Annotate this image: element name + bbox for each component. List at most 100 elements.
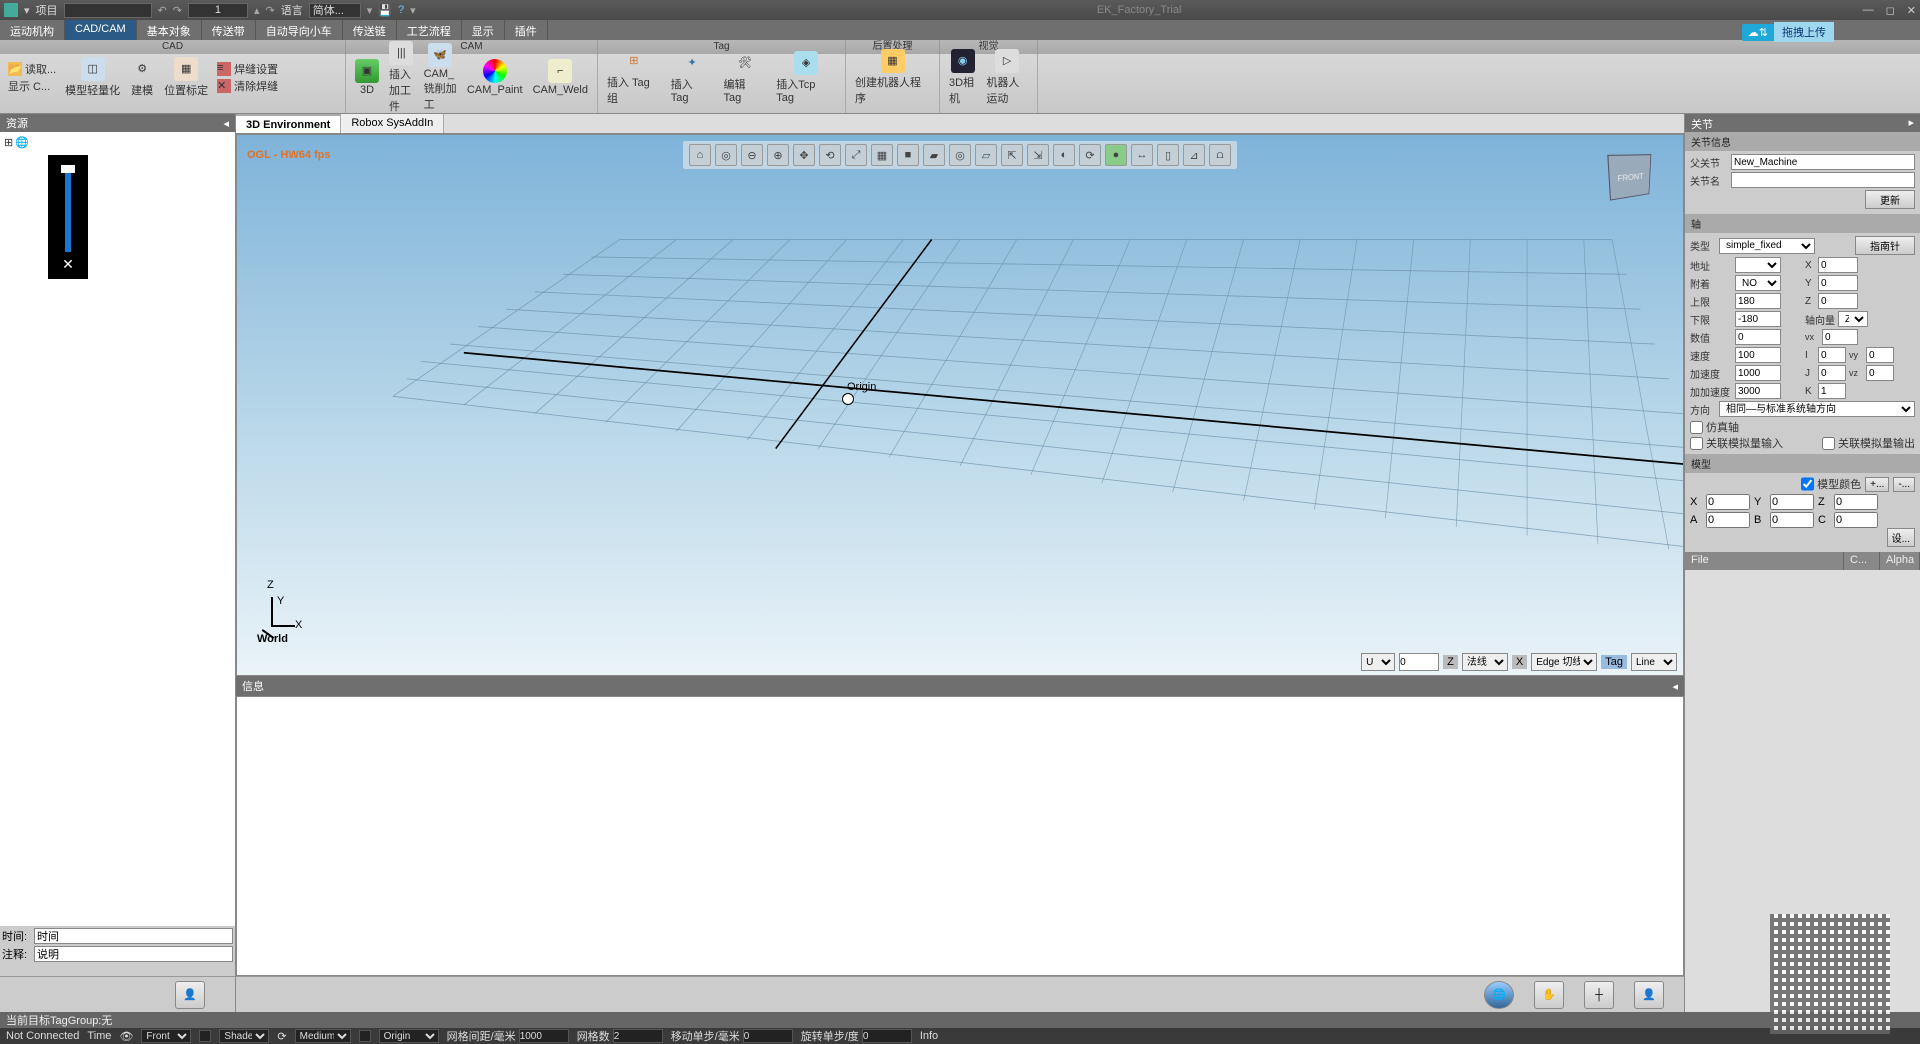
vp-rotate-icon[interactable]: ⟲ [819,144,841,166]
info-body[interactable] [236,696,1684,976]
vp-solid-icon[interactable]: ■ [897,144,919,166]
vx-input[interactable] [1822,329,1858,345]
minus-button[interactable]: -... [1893,477,1915,492]
move-step-input[interactable] [743,1029,793,1043]
col-c[interactable]: C... [1844,552,1880,570]
ribbon-read-btn[interactable]: 📂读取... 显示 C... [4,59,60,96]
quality-select[interactable]: Medium [295,1029,351,1043]
vz-input[interactable] [1866,365,1894,381]
tab-plugin[interactable]: 插件 [505,20,548,40]
vp-tool14-icon[interactable]: ◐ [1053,144,1075,166]
tab-display[interactable]: 显示 [462,20,505,40]
sim-axis-check[interactable] [1690,421,1703,434]
vp-shade-icon[interactable]: ▰ [923,144,945,166]
axes-btn[interactable]: ┼ [1584,981,1614,1009]
undo-icon[interactable]: ↶ [158,4,167,17]
u-value[interactable] [1399,653,1439,671]
ribbon-lightweight-btn[interactable]: ◫模型轻量化 [60,55,125,100]
edge-select[interactable]: Edge 切线 [1531,653,1597,671]
z-input[interactable] [1818,293,1858,309]
vp-fit-icon[interactable]: ⤢ [845,144,867,166]
right-collapse-icon[interactable]: ▸ [1908,116,1914,130]
redo2-icon[interactable]: ↷ [266,4,275,17]
slider-overlay[interactable]: ✕ [48,155,88,279]
ribbon-calib-btn[interactable]: ▦位置标定 [159,55,213,100]
ribbon-model-btn[interactable]: ⚙建模 [125,55,159,100]
parent-input[interactable] [1731,154,1915,170]
hand-btn[interactable]: ✋ [1534,981,1564,1009]
vp-zoomin-icon[interactable]: ⊕ [767,144,789,166]
count-input[interactable] [1735,329,1781,345]
user-tool-btn[interactable]: 👤 [175,981,205,1009]
attach-select[interactable]: NO [1735,275,1781,291]
info-collapse-icon[interactable]: ◂ [1672,680,1678,693]
vp-plane-icon[interactable]: ▱ [975,144,997,166]
tab-conveyor[interactable]: 传送带 [202,20,256,40]
ribbon-taggroup-btn[interactable]: ⊞插入 Tag组 [602,47,666,108]
tab-cadcam[interactable]: CAD/CAM [65,20,137,40]
resource-tree[interactable]: ⊞🌐 ✕ [0,132,235,926]
mx-input[interactable] [1706,494,1750,510]
shade-toggle[interactable] [199,1030,211,1042]
globe-btn[interactable]: 🌐 [1484,981,1514,1009]
mb-input[interactable] [1770,512,1814,528]
x-input[interactable] [1818,257,1858,273]
link-out-check[interactable] [1822,437,1835,450]
vy-input[interactable] [1866,347,1894,363]
mc-input[interactable] [1834,512,1878,528]
vp-measure-icon[interactable]: ↔ [1131,144,1153,166]
panel-collapse-icon[interactable]: ◂ [223,117,229,130]
link-in-check[interactable] [1690,437,1703,450]
grid-dist-input[interactable] [519,1029,569,1043]
my-input[interactable] [1770,494,1814,510]
origin-select[interactable]: Origin [379,1029,439,1043]
upload-widget[interactable]: ☁⇅ 拖拽上传 [1742,22,1834,42]
shade-select[interactable]: Shade [219,1029,269,1043]
mz-input[interactable] [1834,494,1878,510]
j-input[interactable] [1818,365,1846,381]
note-input[interactable] [34,946,233,962]
ribbon-insert-part-btn[interactable]: |||插入加工件 [384,39,419,116]
dir-select[interactable]: 相同—与标准系统轴方向 [1719,401,1915,417]
axial-select[interactable]: Z [1838,311,1868,327]
vp-tool20-icon[interactable]: ⩍ [1209,144,1231,166]
viewport-3d[interactable]: OGL - HW64 fps ⌂ ◎ ⊖ ⊕ ✥ ⟲ ⤢ ▦ ■ ▰ ◎ ▱ ⇱… [236,134,1684,676]
refresh-icon[interactable]: ⟳ [277,1030,286,1043]
minimize-icon[interactable]: — [1863,4,1874,17]
dropdown2-icon[interactable]: ▾ [367,4,373,17]
vp-tool12-icon[interactable]: ⇱ [1001,144,1023,166]
vp-grid-icon[interactable]: ▦ [871,144,893,166]
vp-tool18-icon[interactable]: ▯ [1157,144,1179,166]
project-input[interactable] [64,3,152,18]
tab-process[interactable]: 工艺流程 [397,20,462,40]
type-select[interactable]: simple_fixed [1719,238,1815,254]
maximize-icon[interactable]: ◻ [1886,4,1895,17]
compass-button[interactable]: 指南针 [1855,236,1915,255]
u-select[interactable]: U [1361,653,1395,671]
grid-count-input[interactable] [613,1029,663,1043]
help-icon[interactable]: ? [398,4,404,16]
spin-input[interactable] [188,3,248,18]
vp-pan-icon[interactable]: ✥ [793,144,815,166]
user2-btn[interactable]: 👤 [1634,981,1664,1009]
col-alpha[interactable]: Alpha [1880,552,1920,570]
time-input[interactable] [34,928,233,944]
k-input[interactable] [1818,383,1846,399]
slider-handle[interactable] [61,165,75,173]
rot-step-input[interactable] [862,1029,912,1043]
vp-tool13-icon[interactable]: ⇲ [1027,144,1049,166]
lower-input[interactable] [1735,311,1781,327]
spin-up-icon[interactable]: ▴ [254,4,260,17]
origin-toggle[interactable] [359,1030,371,1042]
tab-agv[interactable]: 自动导向小车 [256,20,343,40]
tab-basic[interactable]: 基本对象 [137,20,202,40]
ribbon-tcp-tag-btn[interactable]: ◈插入Tcp Tag [771,49,841,106]
save-icon[interactable]: 💾 [378,4,392,17]
viewcube[interactable]: FRONT [1607,154,1651,200]
origin-point[interactable] [842,393,854,405]
set-button[interactable]: 设... [1887,528,1915,547]
upper-input[interactable] [1735,293,1781,309]
redo-icon[interactable]: ↷ [173,4,182,17]
vp-refresh-icon[interactable]: ⟳ [1079,144,1101,166]
ribbon-robot-motion-btn[interactable]: ▷机器人运动 [981,47,1033,108]
